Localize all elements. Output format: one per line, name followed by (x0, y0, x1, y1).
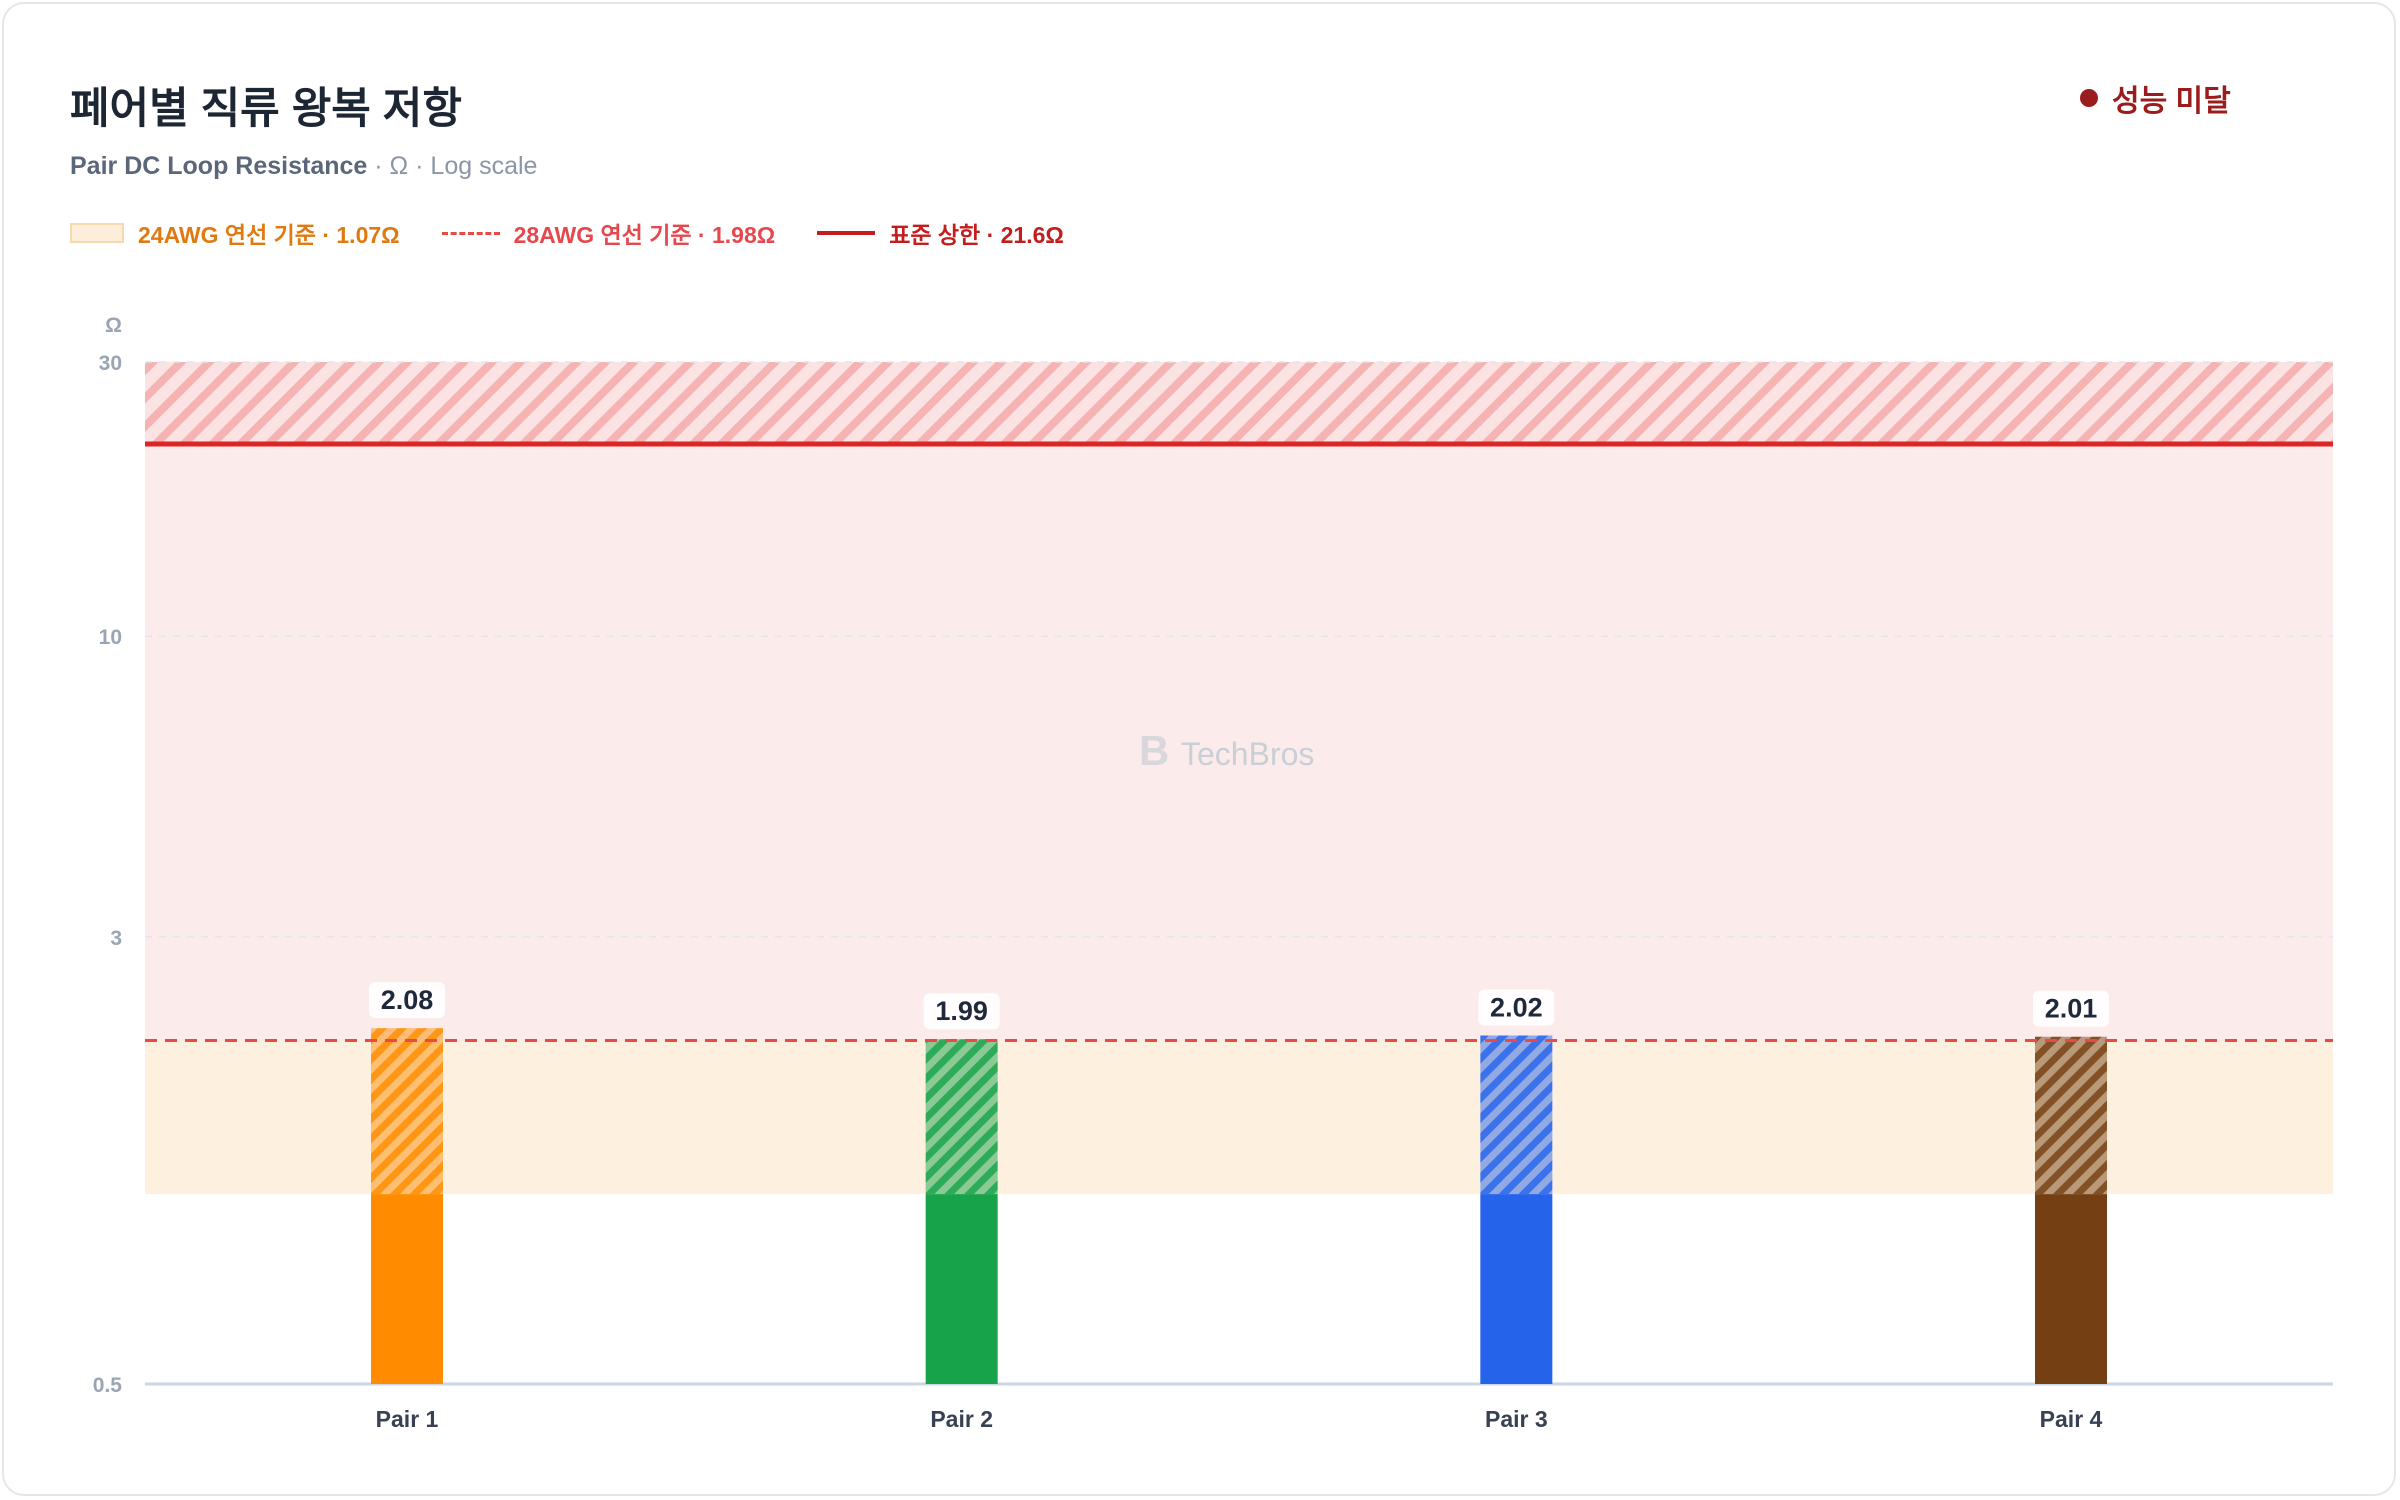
bar-3 (1480, 1194, 1553, 1384)
y-tick-label: 30 (99, 352, 122, 375)
awg24-zone (145, 1040, 2333, 1195)
x-tick-label: Pair 1 (376, 1406, 439, 1432)
y-tick-label: 0.5 (93, 1374, 123, 1397)
bar-2 (925, 1194, 998, 1384)
watermark-logo-icon: B (1139, 727, 1169, 774)
x-tick-label: Pair 4 (2040, 1406, 2103, 1432)
watermark-text: TechBros (1181, 736, 1314, 772)
bar-4-excess (2035, 1036, 2107, 1195)
y-axis-unit: Ω (105, 314, 122, 337)
value-label-3: 2.02 (1490, 992, 1543, 1022)
bar-3-excess (1480, 1035, 1553, 1195)
over-limit-zone (145, 362, 2333, 444)
y-tick-label: 3 (110, 927, 122, 950)
chart-plot: B TechBros 2.08 1.99 2.02 2.01 0.5 3 10 30 Ω Pair… (93, 314, 2333, 1432)
bar-1-excess (371, 1028, 443, 1195)
value-label-4: 2.01 (2045, 994, 2098, 1024)
bar-4 (2035, 1194, 2107, 1384)
bar-1 (371, 1194, 443, 1384)
value-label-2: 1.99 (935, 996, 988, 1026)
x-tick-label: Pair 2 (930, 1406, 993, 1432)
x-tick-label: Pair 3 (1485, 1406, 1548, 1432)
value-label-1: 2.08 (381, 985, 434, 1015)
bar-2-excess (925, 1039, 998, 1195)
y-tick-label: 10 (99, 626, 122, 649)
